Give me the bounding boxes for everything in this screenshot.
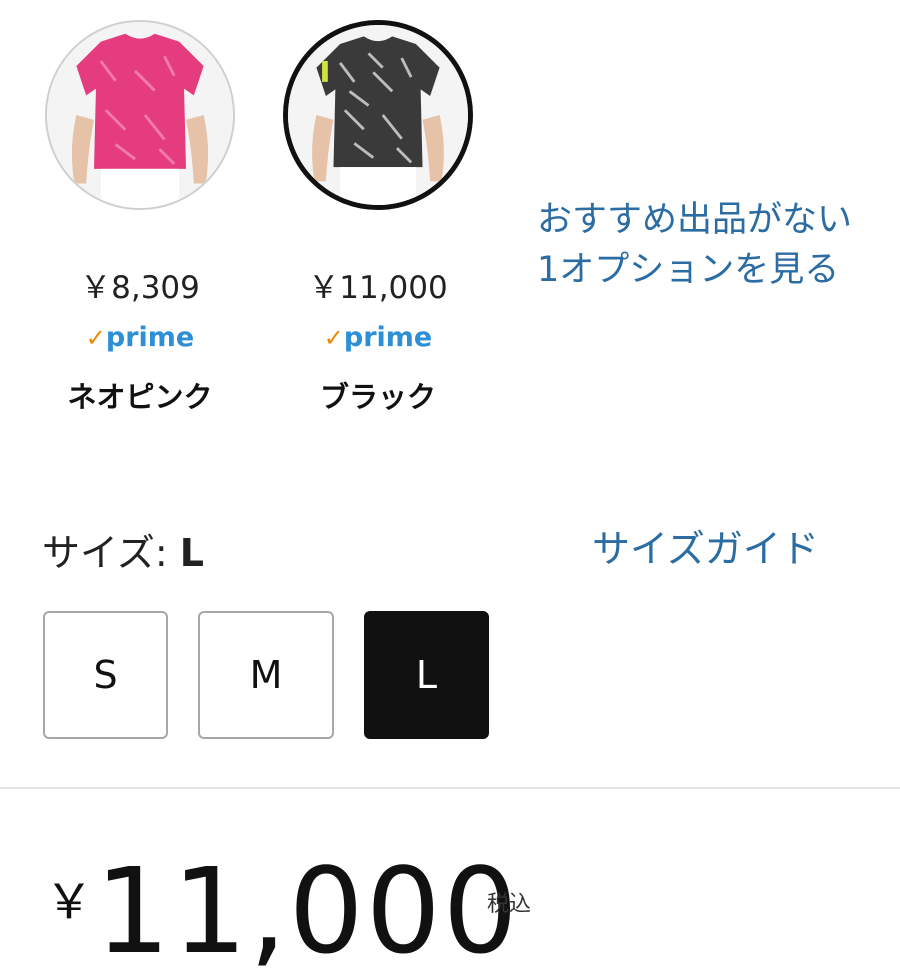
other-offers-link[interactable]: おすすめ出品がない 1オプションを見る [537,195,900,295]
swatch-image-pink-shirt [45,20,235,210]
color-swatch-neo-pink[interactable]: ￥8,309 ✓prime ネオピンク [45,20,235,414]
size-option-l[interactable]: L [364,611,489,739]
price-currency: ￥ [45,874,94,930]
prime-badge: ✓prime [283,322,473,353]
color-swatch-black[interactable]: ￥11,000 ✓prime ブラック [283,20,473,414]
other-offers-line1: おすすめ出品がない [537,200,853,240]
swatch-color-name: ネオピンク [67,380,213,414]
prime-check-icon: ✓ [85,324,106,352]
size-label-text: サイズ: [42,531,180,575]
swatch-price: ￥8,309 [80,270,200,306]
prime-label: prime [105,322,195,353]
tax-note: 税込 [487,892,532,917]
size-selected-value: L [179,531,204,575]
section-divider [0,787,900,789]
size-option-m[interactable]: M [198,611,334,739]
prime-check-icon: ✓ [323,324,344,352]
other-offers-line2: 1オプションを見る [537,250,840,290]
size-option-s[interactable]: S [43,611,168,739]
prime-label: prime [343,322,433,353]
size-label: サイズ: L [42,522,204,577]
price-amount: 11,000 [95,842,520,980]
swatch-price: ￥11,000 [308,270,448,306]
prime-badge: ✓prime [45,322,235,353]
size-guide-link[interactable]: サイズガイド [592,518,819,573]
swatch-image-black-shirt [283,20,473,210]
swatch-color-name: ブラック [319,380,436,414]
